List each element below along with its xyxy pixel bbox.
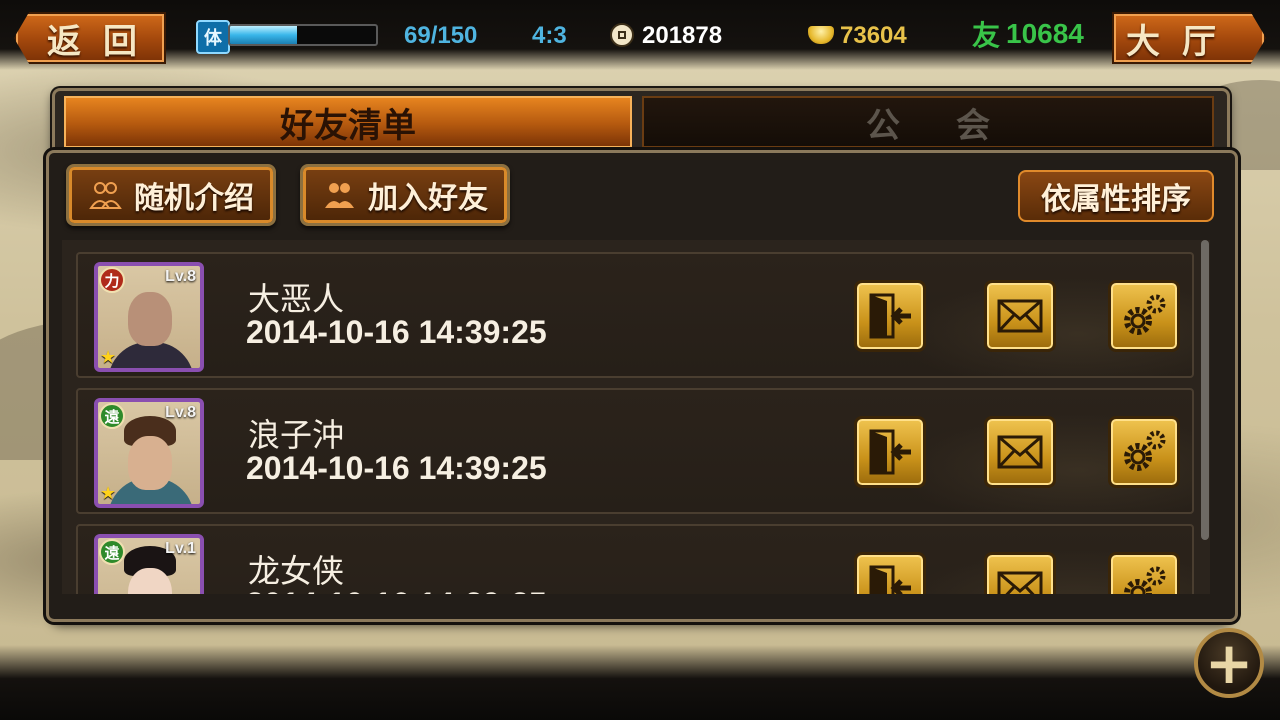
mail-icon bbox=[997, 299, 1043, 333]
enter-door-icon bbox=[869, 293, 911, 339]
hall-button[interactable]: 大厅 bbox=[1112, 12, 1266, 64]
level-label: Lv.1 bbox=[165, 540, 196, 557]
people-icon bbox=[89, 182, 122, 209]
star-icon: ★ bbox=[100, 483, 117, 504]
stamina-bar-fill bbox=[230, 26, 298, 44]
friend-points-count: 10684 bbox=[1006, 18, 1084, 49]
friend-row[interactable]: 力 Lv.8 ★ 大恶人 2014-10-16 14:39:25 bbox=[76, 252, 1194, 378]
friend-row[interactable]: 遠 Lv.1 ★ 龙女侠 2014-10-16 14:39:25 bbox=[76, 524, 1194, 594]
list-scrollbar[interactable] bbox=[1201, 240, 1209, 540]
stamina-text: 69/150 bbox=[404, 22, 478, 49]
visit-friend-button[interactable] bbox=[854, 280, 926, 352]
avatar[interactable]: 遠 Lv.8 ★ bbox=[94, 398, 204, 508]
friend-settings-button[interactable] bbox=[1108, 280, 1180, 352]
avatar-face bbox=[128, 292, 172, 346]
friend-points-icon: 友 bbox=[972, 19, 1001, 52]
sort-by-attribute-button[interactable]: 依属性排序 bbox=[1018, 170, 1214, 222]
friend-settings-button[interactable] bbox=[1108, 552, 1180, 594]
class-badge: 遠 bbox=[99, 403, 125, 429]
bottom-ink-band bbox=[0, 645, 1280, 720]
plus-icon: + bbox=[1204, 629, 1254, 697]
gear-icon bbox=[1124, 294, 1166, 335]
stamina-icon: 体 bbox=[196, 20, 230, 54]
send-mail-button[interactable] bbox=[984, 416, 1056, 488]
random-introduce-label: 随机介绍 bbox=[134, 181, 254, 216]
enter-door-icon bbox=[869, 565, 911, 594]
tab-friend-list[interactable]: 好友清单 bbox=[64, 96, 632, 148]
copper-coin-icon bbox=[610, 23, 634, 47]
back-button[interactable]: 返回 bbox=[14, 12, 166, 64]
stamina-bar bbox=[228, 24, 378, 46]
visit-friend-button[interactable] bbox=[854, 416, 926, 488]
send-mail-button[interactable] bbox=[984, 552, 1056, 594]
add-friend-label: 加入好友 bbox=[368, 181, 488, 216]
avatar[interactable]: 遠 Lv.1 ★ bbox=[94, 534, 204, 594]
friend-last-login: 2014-10-16 14:39:25 bbox=[246, 314, 547, 350]
level-label: Lv.8 bbox=[165, 404, 196, 421]
level-label: Lv.8 bbox=[165, 268, 196, 285]
visit-friend-button[interactable] bbox=[854, 552, 926, 594]
friend-row[interactable]: 遠 Lv.8 ★ 浪子沖 2014-10-16 14:39:25 bbox=[76, 388, 1194, 514]
mail-icon bbox=[997, 435, 1043, 469]
gear-icon bbox=[1124, 430, 1166, 471]
plus-button[interactable]: + bbox=[1194, 628, 1264, 698]
star-icon: ★ bbox=[100, 347, 117, 368]
gear-icon bbox=[1124, 566, 1166, 594]
friend-last-login: 2014-10-16 14:39:25 bbox=[246, 586, 547, 594]
top-ink-band bbox=[0, 0, 1280, 70]
friend-settings-button[interactable] bbox=[1108, 416, 1180, 488]
class-badge: 力 bbox=[99, 267, 125, 293]
ratio-text: 4:3 bbox=[532, 22, 567, 49]
avatar[interactable]: 力 Lv.8 ★ bbox=[94, 262, 204, 372]
avatar-face bbox=[128, 436, 172, 490]
enter-door-icon bbox=[869, 429, 911, 475]
coin-count: 201878 bbox=[642, 22, 723, 49]
add-friend-button[interactable]: 加入好友 bbox=[300, 164, 510, 226]
gold-count: 73604 bbox=[840, 22, 907, 49]
class-badge: 遠 bbox=[99, 539, 125, 565]
send-mail-button[interactable] bbox=[984, 280, 1056, 352]
mail-icon bbox=[997, 571, 1043, 594]
tab-guild[interactable]: 公会 bbox=[642, 96, 1214, 148]
friend-list[interactable]: 力 Lv.8 ★ 大恶人 2014-10-16 14:39:25 遠 Lv.8 … bbox=[62, 240, 1210, 594]
people-icon bbox=[325, 183, 354, 208]
avatar-robe bbox=[108, 342, 194, 368]
random-introduce-button[interactable]: 随机介绍 bbox=[66, 164, 276, 226]
friend-last-login: 2014-10-16 14:39:25 bbox=[246, 450, 547, 486]
